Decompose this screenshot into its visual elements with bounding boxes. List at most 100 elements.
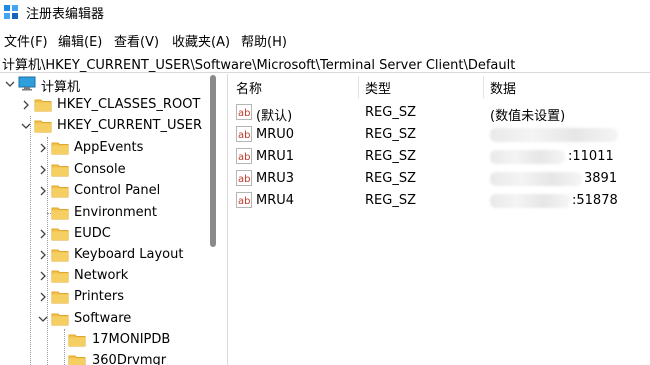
chevron-right-icon[interactable] xyxy=(37,228,49,240)
svg-text:ab: ab xyxy=(238,108,250,119)
menu-bar: 文件(F) 编辑(E) 查看(V) 收藏夹(A) 帮助(H) xyxy=(0,30,650,50)
tree-item-control-panel[interactable]: Control Panel xyxy=(0,181,220,202)
tree-item-label: 360Drvmgr xyxy=(92,353,167,365)
folder-icon xyxy=(68,355,86,365)
tree-item-label: HKEY_CLASSES_ROOT xyxy=(57,97,201,112)
chevron-right-icon[interactable] xyxy=(37,270,49,282)
string-value-icon: ab xyxy=(236,170,252,186)
menu-edit[interactable]: 编辑(E) xyxy=(58,31,102,50)
value-data: :11011 xyxy=(568,149,614,164)
tree-item-appevents[interactable]: AppEvents xyxy=(0,138,220,159)
tree-item-label: Control Panel xyxy=(74,183,161,198)
value-row[interactable]: ab MRU0 REG_SZ xyxy=(228,124,650,146)
folder-icon xyxy=(51,270,69,283)
chevron-right-icon[interactable] xyxy=(37,164,49,176)
address-path[interactable]: 计算机\HKEY_CURRENT_USER\Software\Microsoft… xyxy=(2,54,515,73)
tree-item-keyboard-layout[interactable]: Keyboard Layout xyxy=(0,245,220,266)
tree-item-console[interactable]: Console xyxy=(0,160,220,181)
chevron-right-icon[interactable] xyxy=(37,142,49,154)
value-name: MRU3 xyxy=(256,171,295,186)
value-name: MRU0 xyxy=(256,127,295,142)
redacted-value xyxy=(490,194,570,208)
tree-item-label: Software xyxy=(74,311,132,326)
menu-help[interactable]: 帮助(H) xyxy=(241,31,287,50)
svg-text:ab: ab xyxy=(238,130,250,141)
tree-item-label: Environment xyxy=(74,205,158,220)
chevron-down-icon[interactable] xyxy=(4,78,16,90)
value-row[interactable]: ab MRU3 REG_SZ 3891 xyxy=(228,168,650,190)
column-header-type[interactable]: 类型 xyxy=(365,78,391,97)
string-value-icon: ab xyxy=(236,148,252,164)
tree-item-label: Keyboard Layout xyxy=(74,247,184,262)
folder-icon xyxy=(51,164,69,177)
string-value-icon: ab xyxy=(236,104,252,120)
chevron-down-icon[interactable] xyxy=(37,313,49,325)
computer-icon xyxy=(18,76,36,91)
tree-item-label: 计算机 xyxy=(41,80,81,95)
svg-text:ab: ab xyxy=(238,196,250,207)
folder-icon xyxy=(34,99,52,112)
value-data: 3891 xyxy=(584,171,618,186)
tree-item-software[interactable]: Software xyxy=(0,309,220,330)
chevron-right-icon[interactable] xyxy=(20,99,32,111)
value-data: (数值未设置) xyxy=(490,109,566,124)
string-value-icon: ab xyxy=(236,126,252,142)
column-header-data[interactable]: 数据 xyxy=(490,78,516,97)
title-bar: 注册表编辑器 xyxy=(0,0,650,24)
tree-item-17monipdb[interactable]: 17MONIPDB xyxy=(0,330,220,351)
tree-item-printers[interactable]: Printers xyxy=(0,287,220,308)
column-header-name[interactable]: 名称 xyxy=(236,78,262,97)
tree-item-label: Printers xyxy=(74,289,125,304)
value-type: REG_SZ xyxy=(365,171,416,186)
svg-text:ab: ab xyxy=(238,152,250,163)
value-type: REG_SZ xyxy=(365,127,416,142)
column-divider[interactable] xyxy=(358,76,359,98)
tree-item-label: Network xyxy=(74,268,129,283)
value-type: REG_SZ xyxy=(365,149,416,164)
value-type: REG_SZ xyxy=(365,105,416,120)
tree-item-hkcu[interactable]: HKEY_CURRENT_USER xyxy=(0,116,220,137)
tree-item-computer[interactable]: 计算机 xyxy=(0,74,220,95)
folder-icon xyxy=(51,185,69,198)
menu-file[interactable]: 文件(F) xyxy=(4,31,48,50)
value-type: REG_SZ xyxy=(365,193,416,208)
tree-pane[interactable]: 计算机 HKEY_CLASSES_ROOT HKEY_CURRENT_USER … xyxy=(0,74,220,365)
tree-item-eudc[interactable]: EUDC xyxy=(0,224,220,245)
folder-icon xyxy=(51,142,69,155)
tree-item-360drvmgr[interactable]: 360Drvmgr xyxy=(0,351,220,365)
value-row[interactable]: ab MRU1 REG_SZ :11011 xyxy=(228,146,650,168)
chevron-right-icon[interactable] xyxy=(37,249,49,261)
chevron-down-icon[interactable] xyxy=(20,120,32,132)
menu-view[interactable]: 查看(V) xyxy=(114,31,159,50)
chevron-right-icon[interactable] xyxy=(37,185,49,197)
address-bar[interactable]: 计算机\HKEY_CURRENT_USER\Software\Microsoft… xyxy=(0,52,650,73)
value-name: MRU4 xyxy=(256,193,295,208)
chevron-right-icon[interactable] xyxy=(37,291,49,303)
menu-favorites[interactable]: 收藏夹(A) xyxy=(172,31,230,50)
folder-icon xyxy=(34,120,52,133)
tree-item-environment[interactable]: Environment xyxy=(0,203,220,224)
tree-item-hkcr[interactable]: HKEY_CLASSES_ROOT xyxy=(0,95,220,116)
value-name: MRU1 xyxy=(256,149,295,164)
column-divider[interactable] xyxy=(483,76,484,98)
values-list[interactable]: 名称 类型 数据 ab (默认) REG_SZ (数值未设置) ab MRU0 … xyxy=(228,74,650,365)
svg-text:ab: ab xyxy=(238,174,250,185)
tree-item-network[interactable]: Network xyxy=(0,266,220,287)
value-row[interactable]: ab MRU4 REG_SZ :51878 xyxy=(228,190,650,212)
tree-item-label: 17MONIPDB xyxy=(92,332,171,347)
tree-item-label: HKEY_CURRENT_USER xyxy=(57,118,203,133)
folder-open-icon xyxy=(51,313,69,326)
folder-icon xyxy=(51,207,69,220)
tree-scrollbar-thumb[interactable] xyxy=(210,75,216,247)
value-name: (默认) xyxy=(256,109,293,124)
regedit-icon xyxy=(4,5,18,19)
string-value-icon: ab xyxy=(236,192,252,208)
redacted-value xyxy=(490,150,565,164)
tree-item-label: EUDC xyxy=(74,226,111,241)
redacted-value xyxy=(490,128,618,142)
value-data: :51878 xyxy=(572,193,618,208)
value-row[interactable]: ab (默认) REG_SZ (数值未设置) xyxy=(228,102,650,124)
tree-item-label: AppEvents xyxy=(74,140,144,155)
folder-icon xyxy=(68,334,86,347)
folder-icon xyxy=(51,249,69,262)
